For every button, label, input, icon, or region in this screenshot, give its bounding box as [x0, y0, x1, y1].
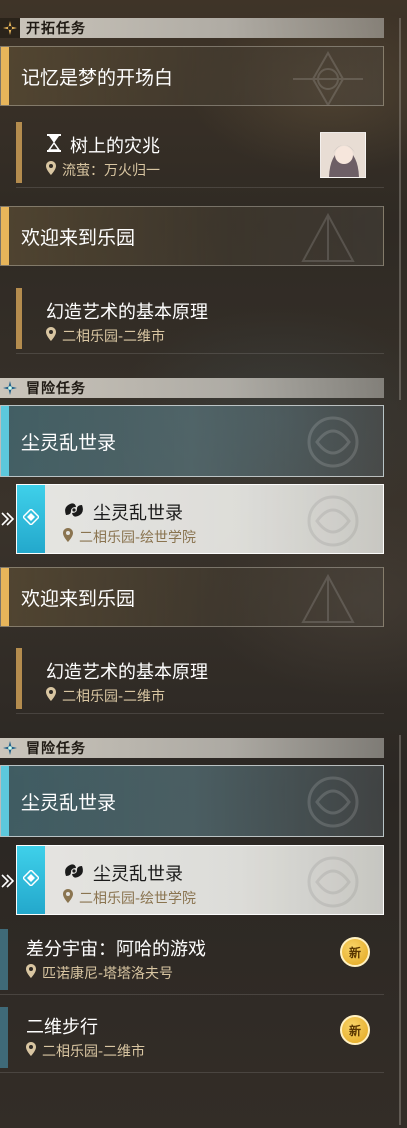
quest-item[interactable]: 树上的灾兆 流萤：万火归一	[16, 118, 384, 188]
quest-item-selected[interactable]: 尘灵乱世录 二相乐园-绘世学院	[16, 845, 384, 915]
location-pin-icon	[63, 528, 73, 546]
quest-item[interactable]: 差分宇宙：阿哈的游戏 匹诺康尼-塔塔洛夫号 新	[0, 925, 384, 995]
quest-location-text: 匹诺康尼-塔塔洛夫号	[42, 966, 174, 982]
selected-quest-bar	[17, 485, 45, 553]
quest-location-text: 流萤：万火归一	[62, 163, 160, 179]
banner-title: 尘灵乱世录	[21, 791, 117, 814]
quest-chapter-banner[interactable]: 欢迎来到乐园	[0, 206, 384, 266]
current-selection-arrow-icon	[0, 509, 16, 529]
dust-spirit-icon	[63, 501, 85, 524]
character-avatar	[320, 132, 366, 178]
quest-item[interactable]: 幻造艺术的基本原理 二相乐园-二维市	[16, 644, 384, 714]
banner-title: 记忆是梦的开场白	[21, 66, 174, 89]
quest-location-text: 二相乐园-二维市	[62, 329, 166, 345]
quest-location: 二相乐园-二维市	[46, 686, 165, 706]
quest-accent-bar	[16, 648, 22, 709]
diamond-marker-icon	[21, 507, 41, 529]
scrollbar-track-top[interactable]	[399, 18, 401, 400]
quest-chapter-banner[interactable]: 尘灵乱世录	[0, 405, 384, 477]
quest-title-text: 树上的灾兆	[70, 136, 160, 157]
quest-title: 尘灵乱世录	[63, 860, 183, 886]
quest-title: 二维步行	[26, 1013, 98, 1039]
quest-chapter-banner[interactable]: 尘灵乱世录	[0, 765, 384, 837]
quest-title: 幻造艺术的基本原理	[46, 298, 208, 324]
quest-accent-bar	[0, 929, 8, 990]
quest-location-text: 二相乐园-绘世学院	[79, 891, 197, 907]
quest-location-text: 二相乐园-二维市	[62, 689, 166, 705]
location-pin-icon	[46, 327, 56, 345]
quest-title-text: 幻造艺术的基本原理	[46, 662, 208, 683]
banner-accent-bar	[1, 568, 9, 626]
current-selection-arrow-icon	[0, 871, 16, 891]
quest-accent-bar	[16, 122, 22, 183]
banner-title: 尘灵乱世录	[21, 431, 117, 454]
quest-location: 二相乐园-绘世学院	[63, 527, 196, 547]
quest-accent-bar	[16, 288, 22, 349]
section-header-trailblaze: 开拓任务	[0, 18, 384, 38]
section-title: 冒险任务	[26, 741, 86, 757]
new-badge: 新	[340, 937, 370, 967]
new-badge: 新	[340, 1015, 370, 1045]
location-pin-icon	[26, 964, 36, 982]
quest-title-text: 二维步行	[26, 1017, 98, 1038]
quest-item-selected[interactable]: 尘灵乱世录 二相乐园-绘世学院	[16, 484, 384, 554]
banner-accent-bar	[1, 766, 9, 836]
banner-accent-bar	[1, 47, 9, 105]
quest-title-text: 差分宇宙：阿哈的游戏	[26, 939, 206, 960]
trailblaze-icon	[0, 18, 20, 38]
banner-title: 欢迎来到乐园	[21, 587, 136, 610]
quest-location: 匹诺康尼-塔塔洛夫号	[26, 963, 173, 983]
emblem-watermark-icon	[301, 573, 355, 623]
banner-accent-bar	[1, 207, 9, 265]
quest-location: 二相乐园-二维市	[26, 1041, 145, 1061]
quest-title: 尘灵乱世录	[63, 499, 183, 525]
scrollbar-track-bottom[interactable]	[399, 735, 401, 1125]
quest-location-text: 二相乐园-二维市	[42, 1044, 146, 1060]
emblem-watermark-icon	[307, 416, 359, 468]
quest-chapter-banner[interactable]: 欢迎来到乐园	[0, 567, 384, 627]
quest-title: 差分宇宙：阿哈的游戏	[26, 935, 206, 961]
quest-title: 树上的灾兆	[46, 132, 160, 158]
emblem-watermark-icon	[307, 495, 359, 547]
location-pin-icon	[46, 687, 56, 705]
banner-accent-bar	[1, 406, 9, 476]
quest-item[interactable]: 二维步行 二相乐园-二维市 新	[0, 1003, 384, 1073]
quest-location-text: 二相乐园-绘世学院	[79, 530, 197, 546]
quest-title-text: 尘灵乱世录	[93, 503, 183, 524]
emblem-watermark-icon	[307, 856, 359, 908]
emblem-watermark-icon	[301, 212, 355, 262]
selected-quest-bar	[17, 846, 45, 914]
section-title: 开拓任务	[26, 21, 86, 37]
emblem-watermark-icon	[307, 776, 359, 828]
adventure-icon	[0, 378, 20, 398]
quest-location: 流萤：万火归一	[46, 160, 160, 180]
quest-chapter-banner[interactable]: 记忆是梦的开场白	[0, 46, 384, 106]
dust-spirit-icon	[63, 862, 85, 885]
location-pin-icon	[46, 161, 56, 179]
section-header-adventure: 冒险任务	[0, 378, 384, 398]
diamond-marker-icon	[21, 868, 41, 890]
section-header-adventure: 冒险任务	[0, 738, 384, 758]
quest-title: 幻造艺术的基本原理	[46, 658, 208, 684]
location-pin-icon	[26, 1042, 36, 1060]
quest-title-text: 尘灵乱世录	[93, 864, 183, 885]
quest-accent-bar	[0, 1007, 8, 1068]
quest-title-text: 幻造艺术的基本原理	[46, 302, 208, 323]
section-title: 冒险任务	[26, 381, 86, 397]
banner-title: 欢迎来到乐园	[21, 226, 136, 249]
quest-location: 二相乐园-二维市	[46, 326, 165, 346]
quest-item[interactable]: 幻造艺术的基本原理 二相乐园-二维市	[16, 284, 384, 354]
emblem-watermark-icon	[293, 51, 363, 105]
location-pin-icon	[63, 889, 73, 907]
hourglass-icon	[46, 133, 62, 157]
adventure-icon	[0, 738, 20, 758]
quest-location: 二相乐园-绘世学院	[63, 888, 196, 908]
